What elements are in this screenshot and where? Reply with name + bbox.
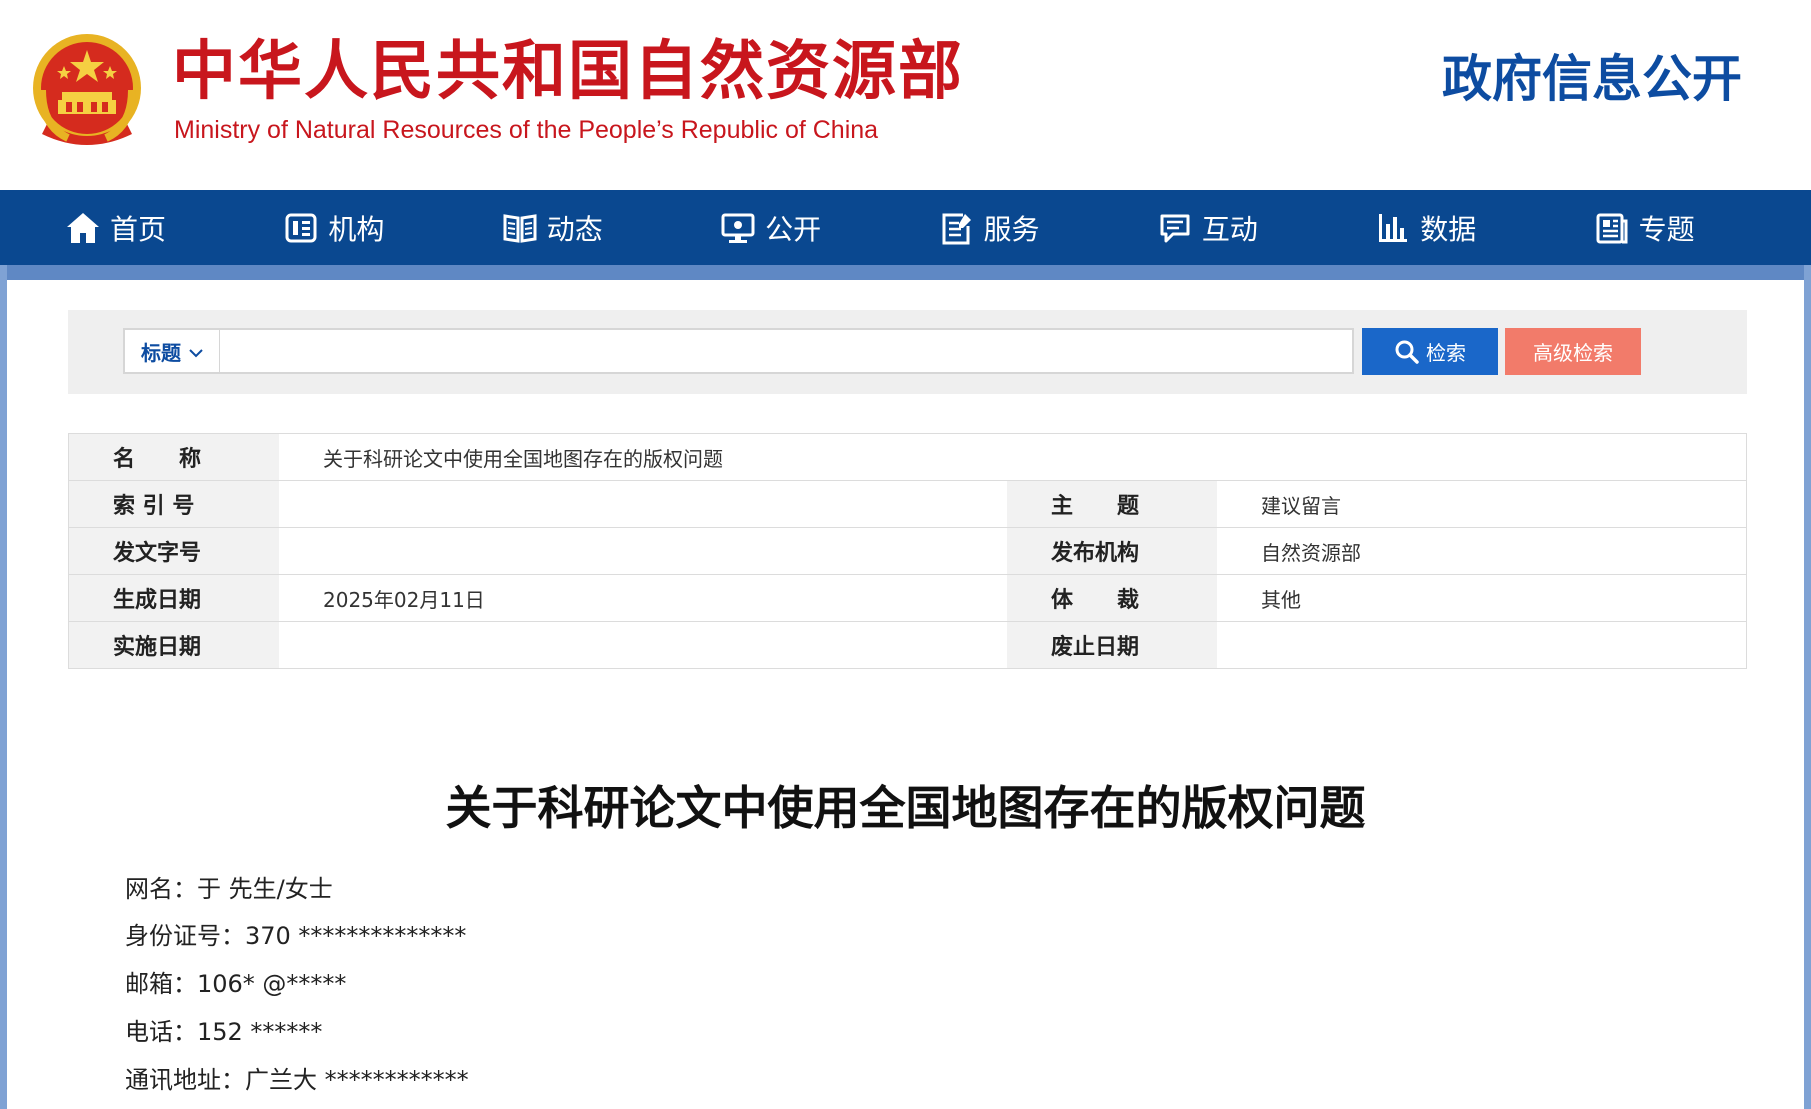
main-nav: 首页 机构 动态 公开 服务 互动 数据 专题 [0,190,1811,265]
genre-value[interactable]: 其他 [1217,575,1746,621]
nav-label: 首页 [110,212,167,246]
search-box: 标题 [123,328,1354,374]
table-row: 生成日期 2025年02月11日 体 裁 其他 [69,575,1746,622]
name-value[interactable]: 关于科研论文中使用全国地图存在的版权问题 [279,434,1746,480]
docno-value [279,528,1007,574]
site-name-en[interactable]: Ministry of Natural Resources of the Peo… [174,114,878,146]
created-value[interactable]: 2025年02月11日 [279,575,1007,621]
nav-underline-strip [0,265,1811,280]
search-field-selected: 标题 [141,340,181,365]
advanced-search-label: 高级检索 [1533,341,1613,365]
nav-label: 动态 [546,212,603,246]
docno-label: 发文字号 [69,528,279,574]
nav-item-service[interactable]: 服务 [938,190,1156,265]
search-button-label: 检索 [1426,341,1466,365]
nav-item-open[interactable]: 公开 [719,190,937,265]
nav-item-data[interactable]: 数据 [1374,190,1592,265]
nav-item-org[interactable]: 机构 [282,190,500,265]
table-row: 名 称 关于科研论文中使用全国地图存在的版权问题 [69,434,1746,481]
nav-label: 专题 [1638,212,1695,246]
nav-item-home[interactable]: 首页 [64,190,282,265]
article-title[interactable]: 关于科研论文中使用全国地图存在的版权问题 [0,778,1811,838]
national-emblem-icon[interactable] [28,30,146,150]
advanced-search-button[interactable]: 高级检索 [1505,328,1641,375]
nav-item-news[interactable]: 动态 [501,190,719,265]
genre-label: 体 裁 [1007,575,1217,621]
abolished-label: 废止日期 [1007,622,1217,668]
bar-chart-icon [1374,209,1412,247]
author-address[interactable]: 通讯地址：广兰大 ************ [125,1064,469,1096]
search-icon [1394,339,1420,365]
effective-label: 实施日期 [69,622,279,668]
home-icon [64,209,102,247]
site-name-cn[interactable]: 中华人民共和国自然资源部 [172,34,964,110]
nav-label: 机构 [328,212,385,246]
nav-label: 互动 [1201,212,1258,246]
author-id-number[interactable]: 身份证号：370 ************** [125,920,466,952]
nav-label: 服务 [983,212,1040,246]
search-button[interactable]: 检索 [1362,328,1498,375]
topic-value[interactable]: 建议留言 [1217,481,1746,527]
index-value [279,481,1007,527]
table-row: 索 引 号 主 题 建议留言 [69,481,1746,528]
publisher-value[interactable]: 自然资源部 [1217,528,1746,574]
publisher-label: 发布机构 [1007,528,1217,574]
author-netname[interactable]: 网名：于 先生/女士 [125,873,333,905]
org-icon [282,209,320,247]
table-row: 实施日期 废止日期 [69,622,1746,668]
search-input[interactable] [221,330,1351,372]
author-phone[interactable]: 电话：152 ****** [125,1016,322,1048]
section-title[interactable]: 政府信息公开 [1442,48,1742,110]
nav-item-interact[interactable]: 互动 [1156,190,1374,265]
nav-item-topics[interactable]: 专题 [1593,190,1811,265]
newspaper-icon [1593,209,1631,247]
name-label: 名 称 [69,434,279,480]
abolished-value [1217,622,1746,668]
site-header: 中华人民共和国自然资源部 Ministry of Natural Resourc… [0,0,1811,190]
chat-icon [1156,209,1194,247]
table-row: 发文字号 发布机构 自然资源部 [69,528,1746,575]
chevron-down-icon [189,339,203,363]
effective-value [279,622,1007,668]
page-right-border [1804,265,1811,1109]
monitor-icon [719,209,757,247]
topic-label: 主 题 [1007,481,1217,527]
index-label: 索 引 号 [69,481,279,527]
nav-label: 数据 [1420,212,1477,246]
created-label: 生成日期 [69,575,279,621]
author-email[interactable]: 邮箱：106* @***** [125,968,346,1000]
document-info-table: 名 称 关于科研论文中使用全国地图存在的版权问题 索 引 号 主 题 建议留言 … [68,433,1747,669]
page-left-border [0,265,7,1109]
nav-label: 公开 [765,212,822,246]
edit-doc-icon [938,209,976,247]
search-field-select[interactable]: 标题 [125,330,220,372]
book-icon [501,209,539,247]
